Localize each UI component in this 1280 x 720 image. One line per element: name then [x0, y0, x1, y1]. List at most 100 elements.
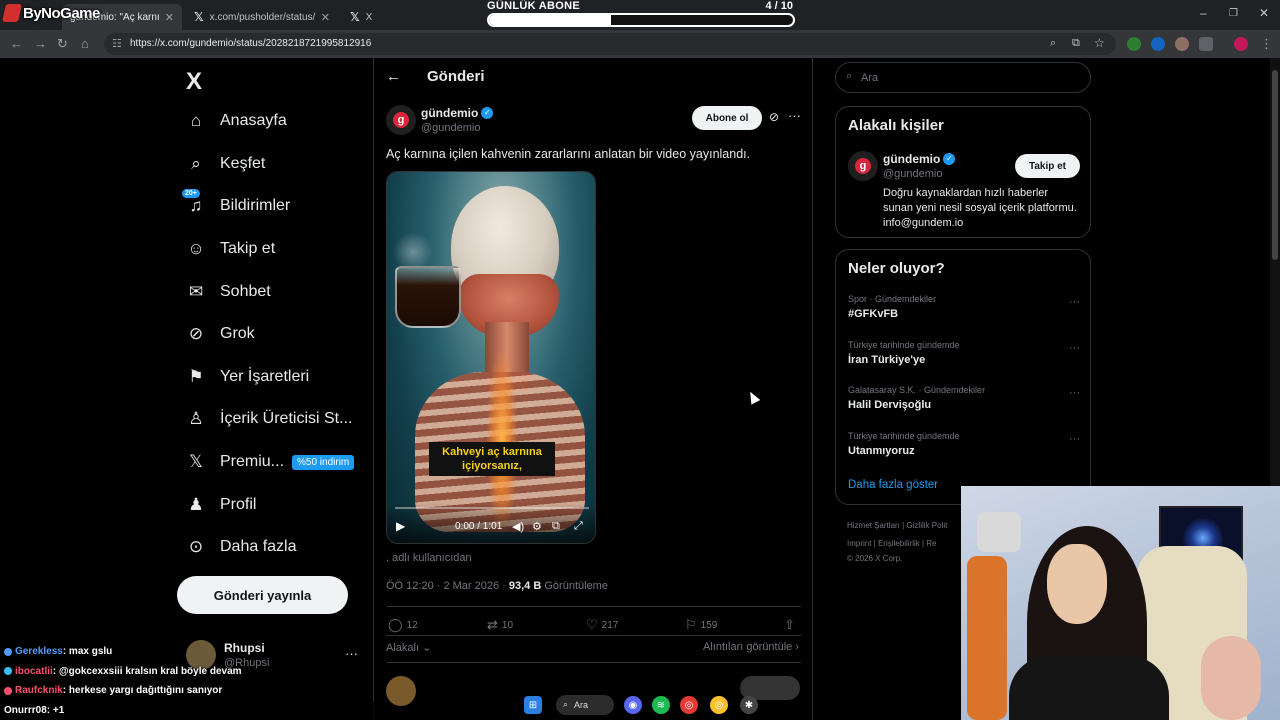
profile-avatar-icon[interactable]	[1234, 37, 1248, 51]
spotify-icon[interactable]: ≋	[652, 696, 670, 714]
footer-links[interactable]: Imprint | Erişilebilirlik | Re	[847, 539, 937, 548]
scroll-thumb[interactable]	[1272, 70, 1278, 260]
app-icon[interactable]: ✱	[740, 696, 758, 714]
extension-avatar-icon[interactable]	[1175, 37, 1189, 51]
zoom-icon[interactable]: ⌕	[1050, 37, 1056, 50]
browser-menu-icon[interactable]: ⋮	[1260, 36, 1273, 52]
fullscreen-icon[interactable]: ⤢	[574, 520, 583, 533]
related-handle[interactable]: @gundemio	[883, 168, 942, 180]
related-avatar[interactable]: g	[848, 151, 878, 181]
minimize-button[interactable]: –	[1200, 6, 1207, 20]
post-text: Aç karnına içilen kahvenin zararlarını a…	[386, 147, 751, 161]
panel-title: Alakalı kişiler	[848, 117, 944, 134]
search-icon: ⌕	[563, 699, 569, 709]
view-quotes-link[interactable]: Alıntıları görüntüle ›	[703, 641, 799, 653]
grok-icon[interactable]: ⊘	[769, 110, 779, 124]
back-arrow-icon[interactable]: ←	[10, 36, 23, 51]
creator-icon: ♙	[188, 409, 204, 429]
author-handle[interactable]: @gundemio	[421, 122, 480, 134]
taskbar-search-label: Ara	[574, 700, 589, 710]
post-timestamp[interactable]: ÖÖ 12:20 · 2 Mar 2026 ·	[386, 580, 509, 592]
x-logo[interactable]: X	[186, 68, 202, 96]
trend-context: Galatasaray S.K. · Gündemdekiler	[848, 385, 986, 395]
more-icon[interactable]: ···	[1069, 433, 1080, 445]
trend-item[interactable]: Türkiye tarihinde gündemde İran Türkiye'…	[848, 340, 1080, 372]
sidebar-item-follow[interactable]: ☺ Takip et	[176, 228, 376, 271]
page-scrollbar[interactable]	[1270, 58, 1280, 486]
tab-close-icon[interactable]: ✕	[165, 11, 174, 24]
sidebar-item-bookmarks[interactable]: ⚑ Yer İşaretleri	[176, 356, 376, 399]
post-button[interactable]: Gönderi yayınla	[177, 576, 348, 614]
more-icon[interactable]: ···	[1069, 342, 1080, 354]
trend-item[interactable]: Spor · Gündemdekiler #GFKvFB ···	[848, 294, 1080, 326]
share-button[interactable]: ⇧	[784, 617, 799, 633]
author-avatar[interactable]: g	[386, 105, 416, 135]
page-title: Gönderi	[427, 68, 485, 85]
settings-gear-icon[interactable]: ⚙	[532, 520, 542, 533]
home-icon[interactable]: ⌂	[81, 36, 89, 51]
extension-audio-icon[interactable]	[1151, 37, 1165, 51]
install-app-icon[interactable]: ⧉	[1072, 37, 1080, 50]
chat-badge-icon	[4, 647, 12, 656]
site-info-icon[interactable]: ☷	[112, 37, 122, 50]
sidebar-item-profile[interactable]: ♟ Profil	[176, 483, 376, 526]
more-icon[interactable]: ···	[1069, 387, 1080, 399]
volume-icon[interactable]: ◀)	[512, 520, 524, 533]
play-icon[interactable]: ▶	[396, 519, 405, 533]
address-bar[interactable]: ☷ https://x.com/gundemio/status/20282187…	[104, 33, 1116, 55]
forward-arrow-icon[interactable]: →	[34, 36, 47, 51]
video-progress-bar[interactable]	[395, 507, 589, 509]
sidebar-item-more[interactable]: ⊙ Daha fazla	[176, 526, 376, 569]
show-more-link[interactable]: Daha fazla göster	[848, 479, 938, 491]
extensions-puzzle-icon[interactable]	[1199, 37, 1213, 51]
like-button[interactable]: ♡ 217	[586, 617, 618, 633]
chat-message: Raufcknik : herkese yargı dağıttığını sa…	[0, 681, 380, 701]
repost-button[interactable]: ⇄ 10	[487, 617, 513, 633]
bookmark-icon: ⚐	[685, 617, 697, 632]
tab-close-icon[interactable]: ✕	[321, 11, 330, 24]
bookmark-button[interactable]: ⚐ 159	[685, 617, 717, 633]
sidebar-item-creator-studio[interactable]: ♙ İçerik Üreticisi St...	[176, 398, 376, 441]
reload-icon[interactable]: ↻	[57, 36, 68, 52]
author-name[interactable]: gündemio ✓	[421, 106, 494, 120]
related-name[interactable]: gündemio ✓	[883, 152, 956, 166]
x-favicon-icon: 𝕏	[350, 10, 360, 24]
chat-message: Gerekless : max gslu	[0, 642, 380, 662]
sidebar-item-premium[interactable]: 𝕏 Premiu... %50 indirim	[176, 441, 376, 484]
reply-button[interactable]: ◯ 12	[388, 617, 418, 633]
maximize-button[interactable]: ❐	[1229, 8, 1238, 19]
more-icon[interactable]: ···	[788, 108, 801, 123]
webcam-streamer-shirt	[1009, 656, 1169, 720]
windows-start-icon[interactable]: ⊞	[524, 696, 542, 714]
add-user-icon: ☺	[187, 239, 205, 259]
footer-links[interactable]: Hizmet Şartları | Gizlilik Polit	[847, 521, 947, 530]
picture-in-picture-icon[interactable]: ⧉	[552, 520, 560, 533]
sidebar-item-notifications[interactable]: ♫ 20+ Bildirimler	[176, 185, 376, 228]
divider	[386, 662, 801, 663]
tab-pusholder[interactable]: 𝕏 x.com/pusholder/status/20287 ✕	[186, 4, 338, 30]
tab-x[interactable]: 𝕏 X	[342, 4, 402, 30]
subscribe-button[interactable]: Abone ol	[692, 106, 762, 130]
sidebar-item-home[interactable]: ⌂ Anasayfa	[176, 100, 376, 143]
sidebar-item-explore[interactable]: ⌕ Keşfet	[176, 143, 376, 186]
sort-dropdown[interactable]: Alakalı ⌄	[386, 641, 431, 654]
search-input[interactable]: ⌕ Ara	[835, 62, 1091, 93]
discord-icon[interactable]: ◉	[624, 696, 642, 714]
trend-item[interactable]: Türkiye tarihinde gündemde Utanmıyoruz ·…	[848, 431, 1080, 463]
sidebar-item-chat[interactable]: ✉ Sohbet	[176, 270, 376, 313]
post-actions: ◯ 12 ⇄ 10 ♡ 217 ⚐ 159 ⇧	[386, 617, 801, 633]
follow-button[interactable]: Takip et	[1015, 154, 1080, 178]
extension-shield-icon[interactable]	[1127, 37, 1141, 51]
taskbar-search[interactable]: ⌕ Ara	[556, 695, 614, 715]
sidebar-item-grok[interactable]: ⊘ Grok	[176, 313, 376, 356]
chrome-icon[interactable]: ◎	[680, 696, 698, 714]
bookmark-star-icon[interactable]: ☆	[1094, 36, 1105, 50]
back-arrow-icon[interactable]: ←	[386, 68, 401, 85]
close-window-button[interactable]: ✕	[1259, 6, 1269, 20]
more-icon[interactable]: ···	[1069, 296, 1080, 308]
bookmark-count: 159	[700, 619, 718, 631]
sidebar-item-label: Keşfet	[220, 154, 266, 172]
trend-item[interactable]: Galatasaray S.K. · Gündemdekiler Halil D…	[848, 385, 1080, 417]
video-player[interactable]: Kahveyi aç karnına içiyorsanız, ▶ 0:00 /…	[386, 171, 596, 544]
chrome-active-icon[interactable]: ◎	[710, 696, 728, 714]
